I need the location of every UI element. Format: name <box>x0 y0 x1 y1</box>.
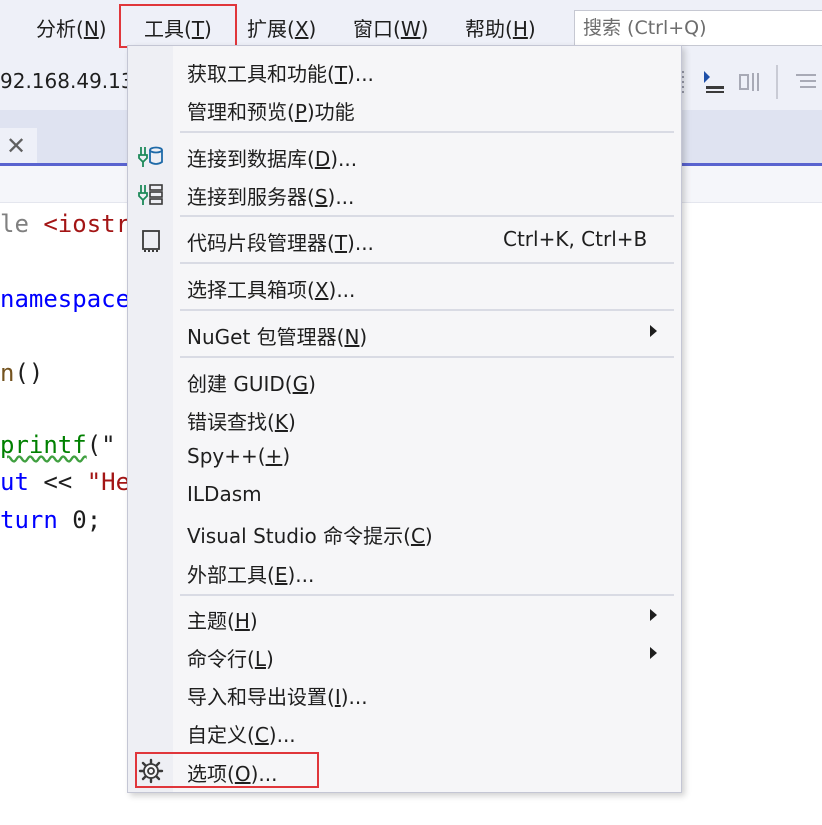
menu-separator <box>180 594 674 596</box>
indent-icon[interactable] <box>700 69 726 95</box>
menu-separator <box>180 131 674 133</box>
options-highlight <box>135 752 319 788</box>
menu-item-spy[interactable]: Spy++(+) <box>128 438 681 476</box>
menu-separator <box>180 215 674 217</box>
menu-item-nuget[interactable]: NuGet 包管理器(N) <box>128 315 681 353</box>
menu-item-error-lookup[interactable]: 错误查找(K) <box>128 400 681 438</box>
snippet-icon <box>142 230 160 252</box>
tools-dropdown-menu: 获取工具和功能(T)... 管理和预览(P)功能 连接到数据库(D)... 连接… <box>127 45 682 793</box>
tools-menu-highlight <box>119 4 237 48</box>
menu-item-snippet-manager[interactable]: 代码片段管理器(T)... Ctrl+K, Ctrl+B <box>128 221 681 259</box>
menu-item-connect-server[interactable]: 连接到服务器(S)... <box>128 175 681 213</box>
connection-target[interactable]: 92.168.49.130 <box>0 69 146 93</box>
code-line: namespace <box>0 285 131 313</box>
menu-item-command-line[interactable]: 命令行(L) <box>128 637 681 675</box>
menu-separator <box>180 356 674 358</box>
menu-item-external-tools[interactable]: 外部工具(E)... <box>128 553 681 591</box>
code-line: printf(" <box>0 431 116 459</box>
menu-item-choose-toolbox[interactable]: 选择工具箱项(X)... <box>128 268 681 306</box>
menu-window[interactable]: 窗口(W) <box>353 14 428 44</box>
menu-analyze[interactable]: 分析(N) <box>36 14 107 44</box>
code-line: ut << "He <box>0 468 131 496</box>
code-line: n() <box>0 359 44 387</box>
close-icon[interactable]: ✕ <box>6 132 26 160</box>
menu-item-manage-preview[interactable]: 管理和预览(P)功能 <box>128 90 681 128</box>
menu-shortcut: Ctrl+K, Ctrl+B <box>503 227 648 251</box>
toolbar-separator <box>776 65 778 99</box>
menu-separator <box>180 262 674 264</box>
menu-item-create-guid[interactable]: 创建 GUID(G) <box>128 362 681 400</box>
menu-item-vs-command-prompt[interactable]: Visual Studio 命令提示(C) <box>128 514 681 552</box>
submenu-arrow-icon <box>650 325 657 337</box>
menu-item-ildasm[interactable]: ILDasm <box>128 476 681 514</box>
menu-item-connect-database[interactable]: 连接到数据库(D)... <box>128 137 681 175</box>
code-line: turn 0; <box>0 506 102 534</box>
submenu-arrow-icon <box>650 647 657 659</box>
code-line: le <iostr <box>0 210 131 238</box>
menu-item-customize[interactable]: 自定义(C)... <box>128 713 681 751</box>
menu-item-import-export-settings[interactable]: 导入和导出设置(I)... <box>128 675 681 713</box>
menu-separator <box>180 309 674 311</box>
menu-help[interactable]: 帮助(H) <box>465 14 536 44</box>
menu-extensions[interactable]: 扩展(X) <box>247 14 316 44</box>
menu-item-get-tools[interactable]: 获取工具和功能(T)... <box>128 52 681 90</box>
database-connect-icon <box>138 146 163 167</box>
search-input[interactable]: 搜索 (Ctrl+Q) <box>574 10 822 46</box>
server-connect-icon <box>138 184 163 205</box>
submenu-arrow-icon <box>650 609 657 621</box>
comment-icon[interactable] <box>738 69 764 95</box>
menu-item-theme[interactable]: 主题(H) <box>128 599 681 637</box>
list-icon[interactable] <box>792 69 818 95</box>
